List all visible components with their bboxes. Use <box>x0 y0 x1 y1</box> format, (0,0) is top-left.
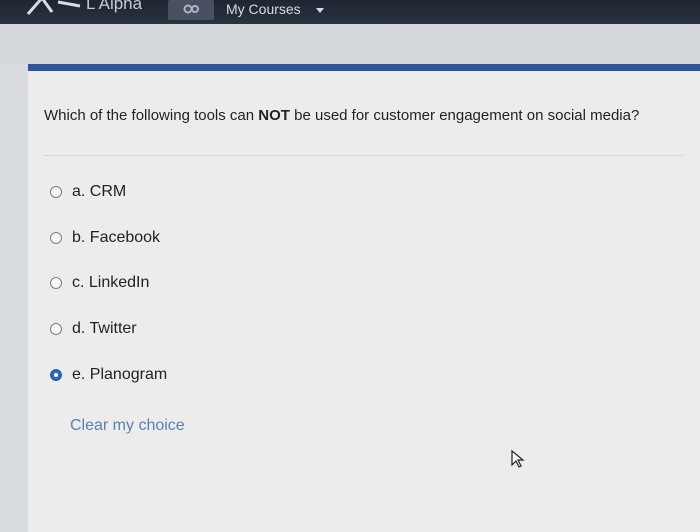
option-label[interactable]: a. CRM <box>72 183 126 201</box>
page-gap <box>0 24 700 64</box>
my-courses-menu[interactable]: My Courses <box>226 1 301 17</box>
answer-option-c[interactable]: c. LinkedIn <box>50 272 149 294</box>
site-brand[interactable]: L Alpha <box>86 0 142 14</box>
question-suffix: be used for customer engagement on socia… <box>289 107 640 124</box>
option-label[interactable]: d. Twitter <box>72 320 137 338</box>
radio-button[interactable] <box>50 277 62 289</box>
radio-button[interactable] <box>50 323 62 335</box>
answer-option-a[interactable]: a. CRM <box>50 181 126 203</box>
question-text: Which of the following tools can NOT be … <box>44 107 639 124</box>
gear-icon <box>183 4 199 14</box>
radio-button[interactable] <box>50 186 62 198</box>
mouse-pointer-icon <box>511 449 525 468</box>
top-navbar: L Alpha My Courses <box>0 0 700 24</box>
courses-icon-button[interactable] <box>168 0 214 20</box>
logo-icon <box>26 0 81 15</box>
option-label[interactable]: b. Facebook <box>72 229 160 247</box>
question-prefix: Which of the following tools can <box>44 107 259 124</box>
answer-option-d[interactable]: d. Twitter <box>50 318 137 340</box>
question-card: Which of the following tools can NOT be … <box>28 64 700 532</box>
radio-button[interactable] <box>50 232 62 244</box>
radio-button-selected[interactable] <box>50 369 62 381</box>
option-label[interactable]: c. LinkedIn <box>72 274 149 292</box>
answer-option-b[interactable]: b. Facebook <box>50 227 160 249</box>
chevron-down-icon[interactable] <box>316 8 324 13</box>
clear-choice-link[interactable]: Clear my choice <box>70 417 185 435</box>
divider <box>44 155 684 156</box>
question-emphasis: NOT <box>258 107 290 124</box>
option-label[interactable]: e. Planogram <box>72 366 167 384</box>
answer-option-e[interactable]: e. Planogram <box>50 364 167 386</box>
